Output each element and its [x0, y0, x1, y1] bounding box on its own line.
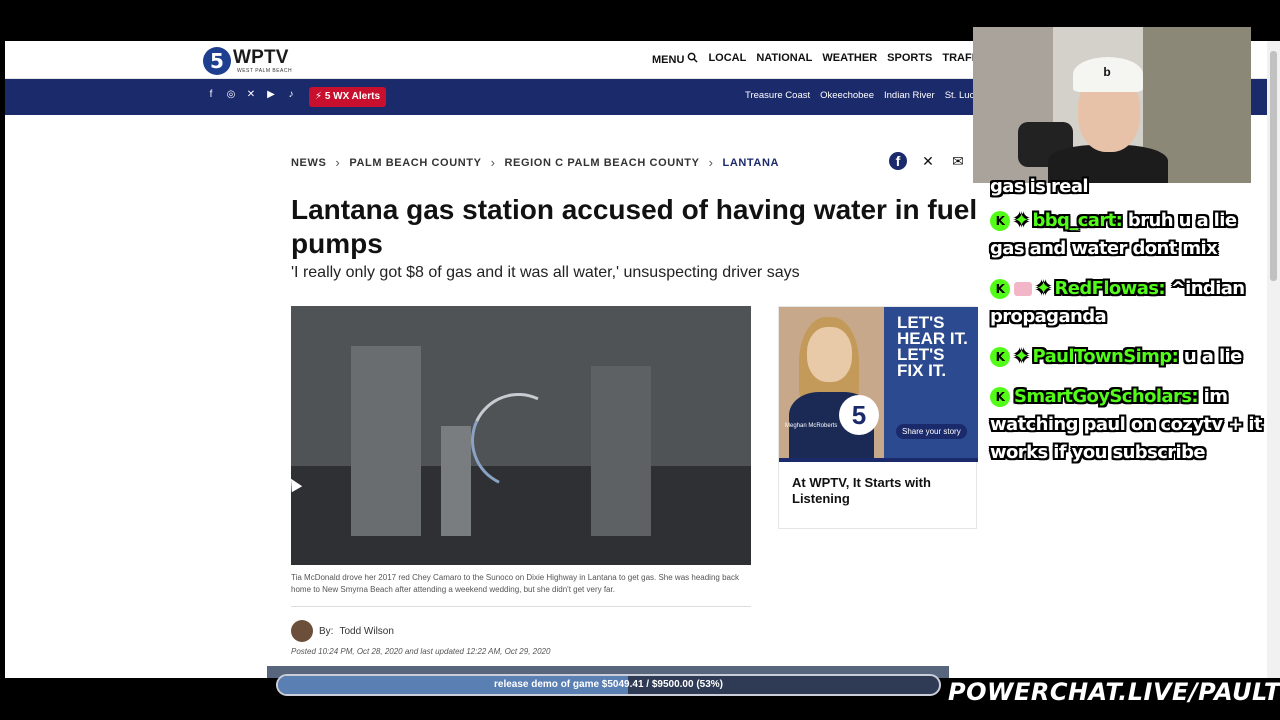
kick-badge-icon: K: [990, 347, 1010, 367]
video-player[interactable]: [291, 306, 751, 565]
region-link[interactable]: Indian River: [884, 90, 935, 101]
tiktok-icon[interactable]: ♪: [285, 89, 297, 101]
video-caption: Tia McDonald drove her 2017 red Chey Cam…: [291, 573, 739, 594]
chevron-right-icon: ›: [490, 155, 496, 170]
gas-pump-image: [351, 346, 421, 536]
lightning-icon: ⚡: [315, 91, 323, 102]
wptv-logo[interactable]: 5 WPTV WEST PALM BEACH: [203, 45, 313, 77]
by-label: By:: [319, 625, 334, 637]
region-link[interactable]: St. Luci: [945, 90, 977, 101]
kick-badge-icon: K: [990, 279, 1010, 299]
chat-message: K SmartGoyScholars: im watching paul on c…: [990, 383, 1263, 467]
region-links: Treasure Coast Okeechobee Indian River S…: [745, 90, 976, 101]
gem-badge-icon: ✦: [1014, 210, 1029, 231]
goal-label: release demo of game $5049.41 / $9500.00…: [493, 679, 724, 690]
chat-message: K ✦ bbq_cart: bruh u a lie gas and water d…: [990, 207, 1262, 263]
promo-person-name: Meghan McRoberts: [785, 423, 838, 429]
promo-card[interactable]: LET'S HEAR IT. LET'S FIX IT. Meghan McRo…: [778, 306, 978, 529]
facebook-icon[interactable]: f: [205, 89, 217, 101]
region-link[interactable]: Treasure Coast: [745, 90, 810, 101]
article-subhead: 'I really only got $8 of gas and it was …: [291, 264, 800, 281]
sub-badge-icon: [1014, 282, 1032, 296]
nav-link-weather[interactable]: WEATHER: [822, 52, 877, 66]
share-buttons: f ✕ ✉: [889, 152, 967, 170]
chat-username: bbq_cart:: [1032, 210, 1123, 231]
x-share-icon[interactable]: ✕: [919, 152, 937, 170]
author-avatar: [291, 620, 313, 642]
chevron-right-icon: ›: [335, 155, 341, 170]
nav-link-national[interactable]: NATIONAL: [756, 52, 812, 66]
breadcrumb-current[interactable]: LANTANA: [723, 157, 780, 169]
chat-username: SmartGoyScholars:: [1014, 386, 1199, 407]
promo-person-face: [807, 327, 852, 382]
share-story-button[interactable]: Share your story: [896, 424, 967, 439]
author-name[interactable]: Todd Wilson: [339, 626, 393, 637]
gas-pump-image: [591, 366, 651, 536]
donation-goal-bar: release demo of game $5049.41 / $9500.00…: [276, 674, 941, 696]
chat-message-text: gas is real: [990, 176, 1089, 197]
stream-frame: 5 WPTV WEST PALM BEACH MENU LOCAL NATION…: [0, 0, 1280, 720]
promo-logo: 5: [839, 395, 879, 435]
gem-badge-icon: ✦: [1036, 278, 1051, 299]
social-links: f ◎ ✕ ▶ ♪: [205, 89, 297, 101]
byline: By: Todd Wilson: [291, 620, 394, 642]
chat-overlay: gas is real K ✦ bbq_cart: bruh u a lie gas…: [990, 175, 1263, 479]
kick-badge-icon: K: [990, 387, 1010, 407]
main-nav: MENU LOCAL NATIONAL WEATHER SPORTS TRAFF…: [652, 52, 982, 66]
chevron-right-icon: ›: [708, 155, 714, 170]
instagram-icon[interactable]: ◎: [225, 89, 237, 101]
nav-link-sports[interactable]: SPORTS: [887, 52, 932, 66]
chat-message: K ✦ RedFlowas: ^indian propaganda: [990, 275, 1262, 331]
email-share-icon[interactable]: ✉: [949, 152, 967, 170]
chat-username: RedFlowas:: [1054, 278, 1165, 299]
gas-pump-image: [441, 426, 471, 536]
nav-link-local[interactable]: LOCAL: [708, 52, 746, 66]
breadcrumb-item[interactable]: REGION C PALM BEACH COUNTY: [505, 157, 700, 169]
page-scrollbar[interactable]: [1267, 41, 1280, 678]
article-headline: Lantana gas station accused of having wa…: [291, 194, 978, 259]
x-icon[interactable]: ✕: [245, 89, 257, 101]
region-link[interactable]: Okeechobee: [820, 90, 874, 101]
divider: [291, 606, 751, 607]
kick-badge-icon: K: [990, 211, 1010, 231]
promo-accent-bar: [779, 458, 978, 462]
posted-date: Posted 10:24 PM, Oct 28, 2020 and last u…: [291, 647, 551, 656]
logo-subtext: WEST PALM BEACH: [237, 68, 293, 74]
cap-logo-icon: b: [1103, 65, 1111, 79]
promo-title[interactable]: At WPTV, It Starts with Listening: [792, 475, 967, 507]
menu-label: MENU: [652, 54, 685, 66]
logo-badge: 5: [203, 47, 231, 75]
gem-badge-icon: ✦: [1014, 346, 1029, 367]
chat-message: K ✦ PaulTownSimp: u a lie: [990, 343, 1262, 371]
chat-username: PaulTownSimp:: [1032, 346, 1179, 367]
stream-url-overlay: POWERCHAT.LIVE/PAULTOWN: [948, 678, 1280, 706]
scrollbar-thumb[interactable]: [1270, 51, 1277, 281]
facebook-share-icon[interactable]: f: [889, 152, 907, 170]
youtube-icon[interactable]: ▶: [265, 89, 277, 101]
promo-slogan: LET'S HEAR IT. LET'S FIX IT.: [897, 313, 968, 380]
wx-alerts-button[interactable]: ⚡ 5 WX Alerts: [309, 87, 387, 107]
menu-button[interactable]: MENU: [652, 52, 699, 66]
search-icon: [688, 52, 699, 63]
logo-text: WPTV: [233, 47, 289, 68]
wx-alerts-label: 5 WX Alerts: [324, 91, 381, 102]
webcam-overlay: b: [973, 27, 1251, 183]
chat-message-text: u a lie: [1183, 346, 1242, 367]
breadcrumb-item[interactable]: PALM BEACH COUNTY: [349, 157, 481, 169]
breadcrumb: NEWS › PALM BEACH COUNTY › REGION C PALM…: [291, 155, 779, 170]
breadcrumb-item[interactable]: NEWS: [291, 157, 326, 169]
promo-image: LET'S HEAR IT. LET'S FIX IT. Meghan McRo…: [779, 307, 978, 458]
